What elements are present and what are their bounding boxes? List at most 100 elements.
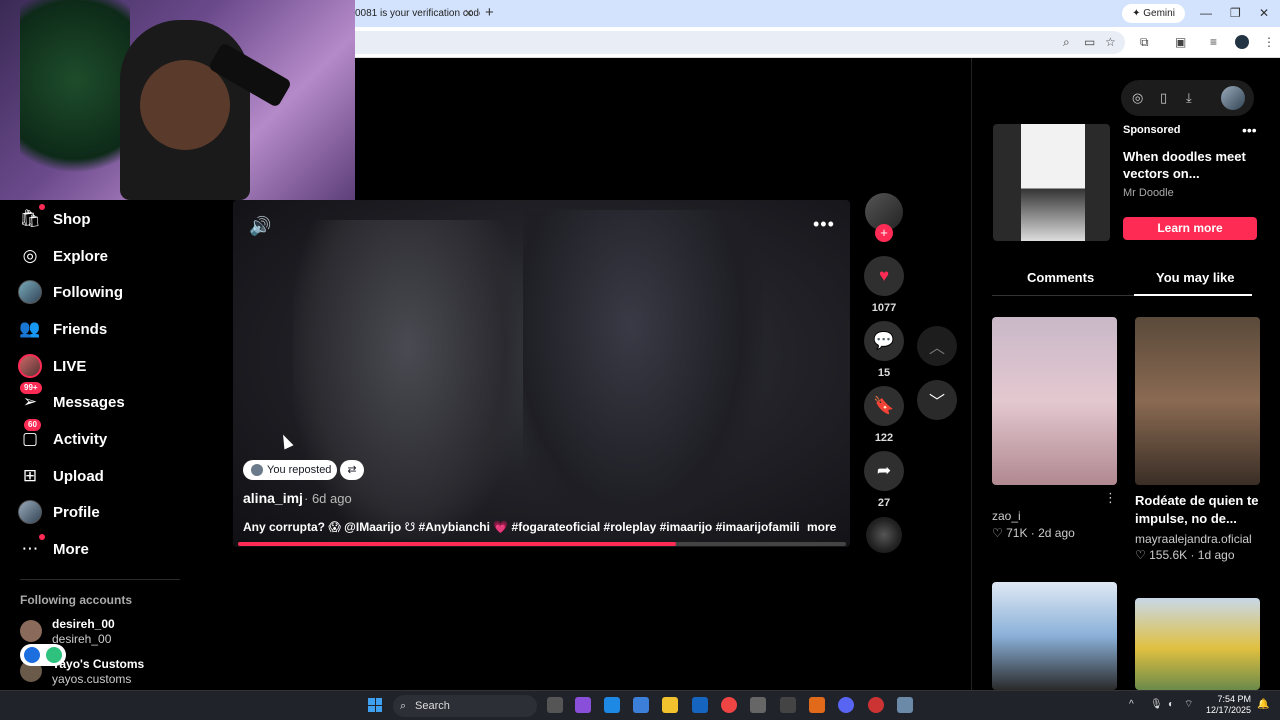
sidebar-item-profile[interactable]: Profile: [18, 498, 100, 526]
address-bar[interactable]: [355, 31, 1125, 54]
friends-icon: 👥: [19, 319, 41, 338]
sidebar-item-label: Friends: [53, 320, 108, 338]
sidebar-item-friends[interactable]: 👥 Friends: [18, 315, 107, 343]
following-avatar: [18, 280, 42, 304]
ad-title[interactable]: When doodles meet vectors on...: [1123, 148, 1253, 182]
recommended-video-thumbnail[interactable]: [992, 582, 1117, 690]
app-icon[interactable]: [750, 697, 766, 713]
next-video-button[interactable]: ﹀: [917, 380, 957, 420]
app-icon[interactable]: [868, 697, 884, 713]
download-icon[interactable]: ⤓: [1186, 89, 1192, 107]
browser-tab[interactable]: 0081 is your verification code: [355, 4, 480, 24]
tray-chevron-icon[interactable]: ^: [1129, 697, 1134, 713]
messages-icon: ➢ 99+: [18, 382, 42, 414]
share-count: 27: [877, 497, 891, 509]
account-username: desireh_00: [52, 632, 112, 646]
edge-icon[interactable]: [604, 697, 620, 713]
task-view-icon[interactable]: [547, 697, 563, 713]
windows-start-icon[interactable]: [368, 698, 382, 712]
sidebar-item-label: Shop: [53, 210, 91, 228]
tab-comments[interactable]: Comments: [1027, 270, 1094, 285]
share-button[interactable]: ➦: [864, 451, 904, 491]
browser-menu-icon[interactable]: ⋮: [1263, 34, 1275, 50]
recommended-video-thumbnail[interactable]: [1135, 598, 1260, 690]
caption-more-button[interactable]: more: [807, 520, 836, 534]
notification-dot: [39, 204, 45, 210]
bookmark-star-icon[interactable]: ☆: [1105, 34, 1116, 50]
tab-you-may-like[interactable]: You may like: [1156, 270, 1235, 285]
extensions-icon[interactable]: ⧉: [1140, 34, 1149, 50]
like-count: 1077: [871, 302, 897, 314]
like-button[interactable]: ♥: [864, 256, 904, 296]
bookmark-icon: 🔖: [873, 396, 895, 415]
volume-icon[interactable]: 🔊: [249, 216, 271, 237]
coins-icon[interactable]: ◎: [1132, 89, 1143, 107]
mobile-icon[interactable]: ▯: [1160, 89, 1167, 107]
ad-more-icon[interactable]: •••: [1242, 122, 1257, 138]
sidebar-item-live[interactable]: LIVE: [18, 352, 86, 380]
copilot-icon[interactable]: [575, 697, 591, 713]
profile-avatar-icon[interactable]: [1235, 35, 1249, 49]
chrome-icon[interactable]: [721, 697, 737, 713]
comment-button[interactable]: 💬: [864, 321, 904, 361]
video-caption: Any corrupta? 😱 @IMaarijo ☋ #Anybianchi …: [243, 520, 803, 534]
discord-icon[interactable]: [838, 697, 854, 713]
rec-title[interactable]: Rodéate de quien te impulse, no de...: [1135, 492, 1260, 528]
learn-more-button[interactable]: Learn more: [1123, 217, 1257, 240]
recommended-video-thumbnail[interactable]: [1135, 317, 1260, 485]
settings-icon[interactable]: [897, 697, 913, 713]
ad-brand[interactable]: Mr Doodle: [1123, 187, 1174, 199]
follow-plus-icon[interactable]: +: [875, 224, 893, 242]
user-avatar[interactable]: [1221, 86, 1245, 110]
outlook-icon[interactable]: [692, 697, 708, 713]
tab-search-icon[interactable]: ▣: [1175, 34, 1186, 50]
tray-app-icon[interactable]: ◐: [1168, 697, 1174, 713]
close-window-icon[interactable]: ✕: [1259, 3, 1269, 23]
app-icon[interactable]: [780, 697, 796, 713]
gemini-button[interactable]: ✦ Gemini: [1122, 4, 1185, 23]
mic-icon[interactable]: 🎙: [1150, 697, 1163, 713]
rec-author[interactable]: mayraalejandra.oficial: [1135, 532, 1252, 546]
browser-toolbar: ⌕ ▭ ☆ ⧉ ▣ ≡ ⋮: [355, 27, 1280, 58]
wifi-icon[interactable]: ⌔: [1184, 697, 1193, 713]
rec-more-icon[interactable]: ⋮: [1104, 490, 1117, 506]
sidebar-item-shop[interactable]: 🛍 Shop: [18, 204, 91, 233]
new-tab-button[interactable]: +: [485, 3, 494, 23]
media-icon[interactable]: ≡: [1210, 34, 1217, 50]
clock-time: 7:54 PM: [1217, 694, 1252, 704]
sidebar-item-activity[interactable]: ▢ 60 Activity: [18, 419, 107, 453]
restore-icon[interactable]: ❐: [1230, 3, 1241, 23]
sidebar-item-following[interactable]: Following: [18, 278, 123, 306]
sidebar-item-label: Explore: [53, 247, 109, 265]
video-more-options-icon[interactable]: •••: [813, 214, 835, 235]
cast-icon[interactable]: ▭: [1084, 34, 1095, 50]
active-tab-indicator: [1134, 294, 1252, 296]
ad-thumbnail[interactable]: [993, 124, 1110, 241]
minimize-icon[interactable]: —: [1200, 3, 1212, 23]
video-author[interactable]: alina_imj: [243, 490, 303, 506]
sidebar-item-upload[interactable]: ⊞ Upload: [18, 462, 104, 490]
zoom-icon[interactable]: ⌕: [1063, 34, 1070, 50]
store-icon[interactable]: [633, 697, 649, 713]
messages-badge: 99+: [20, 382, 42, 394]
repost-icon[interactable]: ⇄: [340, 460, 364, 480]
notifications-icon[interactable]: 🔔: [1257, 697, 1269, 713]
recommended-video-thumbnail[interactable]: [992, 317, 1117, 485]
music-disc-icon[interactable]: [866, 517, 902, 553]
sidebar-item-explore[interactable]: ◎ Explore: [18, 242, 108, 270]
app-icon[interactable]: [809, 697, 825, 713]
shop-icon: 🛍: [18, 204, 45, 231]
tab-close-icon[interactable]: ✕: [464, 4, 473, 24]
rec-author[interactable]: zao_i: [992, 509, 1021, 523]
account-username: yayos.customs: [52, 672, 132, 686]
save-button[interactable]: 🔖: [864, 386, 904, 426]
sidebar-item-label: Upload: [53, 467, 104, 485]
previous-video-button[interactable]: ︿: [917, 326, 957, 366]
video-progress-bar[interactable]: [238, 542, 846, 546]
clock[interactable]: 7:54 PM 12/17/2025: [1206, 694, 1251, 716]
file-explorer-icon[interactable]: [662, 697, 678, 713]
repost-badge[interactable]: You reposted: [243, 460, 337, 480]
sidebar-item-more[interactable]: ⋯ More: [18, 534, 89, 563]
taskbar-search[interactable]: ⌕ Search: [393, 695, 537, 717]
sidebar-item-messages[interactable]: ➢ 99+ Messages: [18, 382, 125, 416]
